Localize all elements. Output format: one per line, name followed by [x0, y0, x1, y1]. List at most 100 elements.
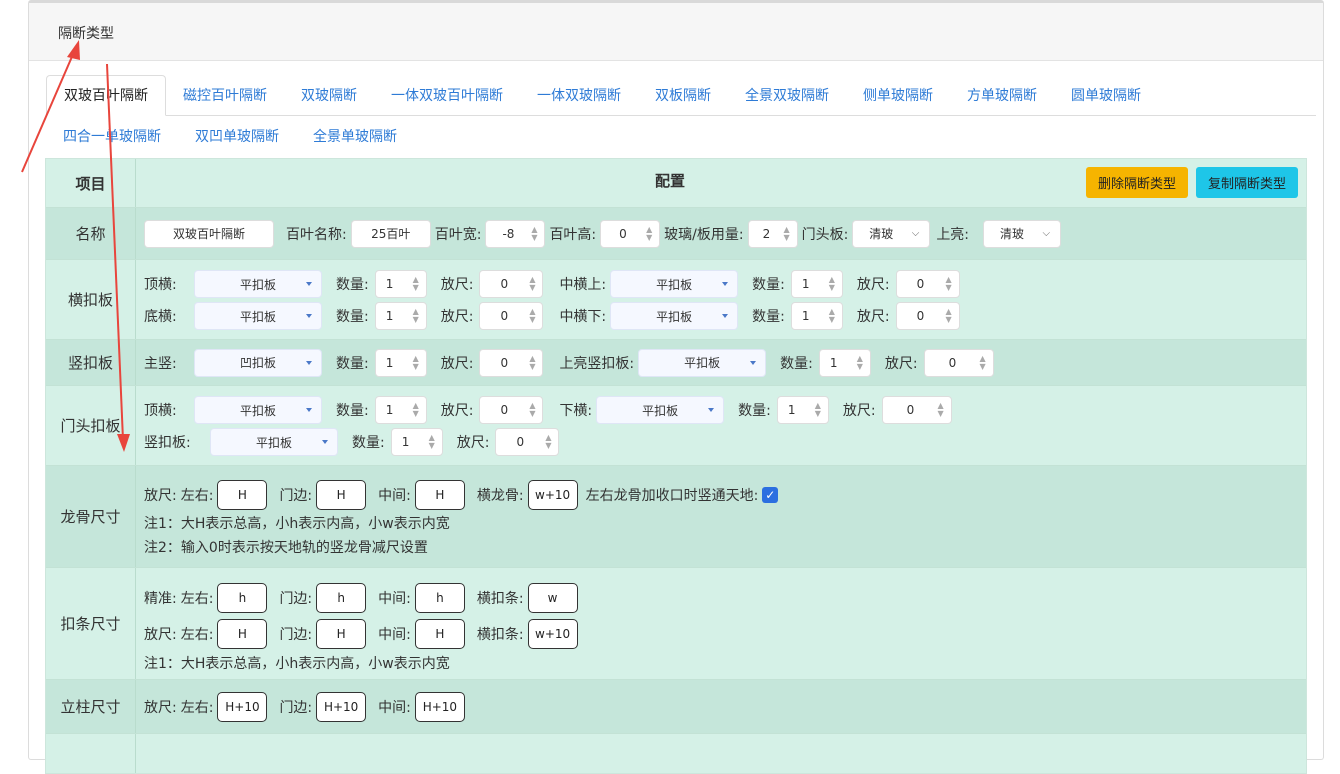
tab-item[interactable]: 双玻百叶隔断 [46, 75, 166, 116]
mid-bottom-bar-allow-stepper[interactable]: 0 ▲ ▼ [895, 302, 960, 330]
tab-item[interactable]: 双板隔断 [638, 77, 728, 115]
keel-mid-input[interactable]: H [414, 480, 465, 510]
main-vertical-allow-stepper[interactable]: 0 ▲ ▼ [479, 348, 544, 377]
post-lr-label: 左右: [180, 699, 214, 716]
qty-label: 数量: [752, 309, 785, 325]
tab-item[interactable]: 磁控百叶隔断 [166, 77, 284, 115]
strip-exact-horizontal-input[interactable]: w [527, 583, 578, 613]
bottom-bar-select[interactable]: 平扣板 [194, 302, 322, 330]
tab-item[interactable]: 全景双玻隔断 [728, 77, 846, 115]
strip-allow-horizontal-input[interactable]: w+10 [527, 619, 578, 649]
strip-allow-label: 放尺: [144, 627, 177, 643]
tab-item[interactable]: 侧单玻隔断 [846, 77, 950, 115]
keel-through-checkbox[interactable]: ✓ [762, 487, 779, 503]
allow-label: 放尺: [856, 277, 890, 293]
chevron-down-icon: ⌵ [1042, 227, 1051, 239]
doorhead-row-label: 门头扣板 [46, 386, 136, 465]
qty-label: 数量: [780, 355, 813, 372]
blind-width-stepper[interactable]: -8 ▲ ▼ [485, 219, 546, 248]
qty-label: 数量: [336, 277, 369, 293]
copy-partition-type-button[interactable]: 复制隔断类型 [1196, 167, 1298, 198]
keel-mid-label: 中间: [378, 488, 411, 504]
top-light-select[interactable]: 清玻 ⌵ [983, 219, 1062, 248]
allow-label: 放尺: [440, 277, 474, 293]
tab-item[interactable]: 双玻隔断 [284, 77, 374, 115]
strip-mid-label: 中间: [378, 591, 411, 607]
tab-item[interactable]: 一体双玻百叶隔断 [374, 77, 520, 115]
bottom-bar-allow-stepper[interactable]: 0 ▲ ▼ [479, 302, 544, 330]
delete-partition-type-button[interactable]: 删除隔断类型 [1086, 167, 1188, 198]
mid-top-bar-allow-stepper[interactable]: 0 ▲ ▼ [895, 270, 960, 298]
tab-row-2: 四合一单玻隔断 双凹单玻隔断 全景单玻隔断 [46, 116, 1316, 156]
strip-exact-lr-input[interactable]: h [217, 583, 268, 613]
mid-bottom-bar-label: 中横下: [559, 309, 607, 325]
bottom-bar-qty-stepper[interactable]: 1 ▲ ▼ [374, 302, 427, 330]
main-vertical-select[interactable]: 凹扣板 [194, 348, 322, 377]
tab-item[interactable]: 四合一单玻隔断 [46, 126, 178, 146]
blind-name-input[interactable]: 25百叶 [350, 219, 431, 248]
blind-width-label: 百叶宽: [434, 226, 482, 243]
keel-note-2: 注2：输入0时表示按天地轨的竖龙骨减尺设置 [144, 540, 428, 556]
mid-top-bar-qty-stepper[interactable]: 1 ▲ ▼ [790, 270, 843, 298]
doorhead-vertical-qty-stepper[interactable]: 1 ▲ ▼ [390, 428, 443, 456]
vbar-row: 竖扣板 主竖: 凹扣板 数量: 1 ▲ ▼ 放尺: 0 ▲ ▼ 上亮竖扣板: 平扣板 数… [46, 339, 1306, 385]
top-light-label: 上亮: [936, 226, 970, 243]
keel-lr-input[interactable]: H [217, 480, 268, 510]
tab-item[interactable]: 全景单玻隔断 [296, 126, 414, 146]
tab-bar: 双玻百叶隔断 磁控百叶隔断 双玻隔断 一体双玻百叶隔断 一体双玻隔断 双板隔断 全景双玻隔断… [46, 75, 1316, 156]
doorhead-top-qty-stepper[interactable]: 1 ▲ ▼ [374, 396, 427, 424]
post-row: 立柱尺寸 放尺: 左右: H+10 门边: H+10 中间: H+10 [46, 679, 1306, 733]
tab-item[interactable]: 双凹单玻隔断 [178, 126, 296, 146]
door-head-select[interactable]: 清玻 ⌵ [852, 219, 931, 248]
mid-bottom-bar-select[interactable]: 平扣板 [610, 302, 739, 330]
allow-label: 放尺: [440, 309, 474, 325]
doorhead-vertical-select[interactable]: 平扣板 [210, 428, 338, 456]
strip-exact-label: 精准: [144, 591, 177, 607]
allow-label: 放尺: [856, 309, 890, 325]
post-door-input[interactable]: H+10 [316, 691, 367, 722]
keel-lr-label: 左右: [180, 488, 214, 504]
hbar-row-label: 横扣板 [46, 260, 136, 339]
toplight-vertical-allow-stepper[interactable]: 0 ▲ ▼ [923, 348, 994, 377]
top-bar-allow-stepper[interactable]: 0 ▲ ▼ [479, 270, 544, 298]
toplight-vertical-qty-stepper[interactable]: 1 ▲ ▼ [818, 348, 871, 377]
strip-door-label: 门边: [279, 591, 313, 607]
doorhead-low-select[interactable]: 平扣板 [596, 396, 725, 424]
qty-label: 数量: [336, 403, 369, 419]
top-bar-qty-stepper[interactable]: 1 ▲ ▼ [374, 270, 427, 298]
strip-exact-mid-input[interactable]: h [414, 583, 465, 613]
tab-item[interactable]: 一体双玻隔断 [520, 77, 638, 115]
post-lr-input[interactable]: H+10 [217, 691, 268, 722]
post-mid-input[interactable]: H+10 [414, 691, 465, 722]
doorhead-low-allow-stepper[interactable]: 0 ▲ ▼ [881, 396, 952, 424]
glass-usage-stepper[interactable]: 2 ▲ ▼ [747, 219, 798, 248]
strip-exact-door-input[interactable]: h [316, 583, 367, 613]
mid-top-bar-select[interactable]: 平扣板 [610, 270, 739, 298]
keel-door-input[interactable]: H [316, 480, 367, 510]
mid-top-bar-label: 中横上: [559, 277, 607, 293]
strip-allow-lr-input[interactable]: H [217, 619, 268, 649]
post-allow-label: 放尺: [144, 699, 177, 716]
strip-allow-door-input[interactable]: H [316, 619, 367, 649]
post-mid-label: 中间: [378, 699, 411, 716]
keel-horizontal-input[interactable]: w+10 [527, 480, 578, 510]
next-row-partial [46, 733, 1306, 773]
strip-allow-mid-input[interactable]: H [414, 619, 465, 649]
strip-horizontal-label: 横扣条: [476, 591, 524, 607]
main-vertical-qty-stepper[interactable]: 1 ▲ ▼ [374, 348, 427, 377]
table-header: 项目 配置 删除隔断类型 复制隔断类型 [46, 159, 1306, 207]
post-row-label: 立柱尺寸 [46, 680, 136, 733]
qty-label: 数量: [336, 309, 369, 325]
doorhead-low-label: 下横: [559, 403, 593, 419]
mid-bottom-bar-qty-stepper[interactable]: 1 ▲ ▼ [790, 302, 843, 330]
name-input[interactable]: 双玻百叶隔断 [144, 219, 274, 248]
doorhead-top-allow-stepper[interactable]: 0 ▲ ▼ [479, 396, 544, 424]
top-bar-select[interactable]: 平扣板 [194, 270, 322, 298]
doorhead-vertical-allow-stepper[interactable]: 0 ▲ ▼ [495, 428, 560, 456]
blind-height-stepper[interactable]: 0 ▲ ▼ [600, 219, 661, 248]
tab-item[interactable]: 方单玻隔断 [950, 77, 1054, 115]
doorhead-top-select[interactable]: 平扣板 [194, 396, 322, 424]
doorhead-low-qty-stepper[interactable]: 1 ▲ ▼ [776, 396, 829, 424]
toplight-vertical-select[interactable]: 平扣板 [638, 348, 767, 377]
tab-item[interactable]: 圆单玻隔断 [1054, 77, 1158, 115]
